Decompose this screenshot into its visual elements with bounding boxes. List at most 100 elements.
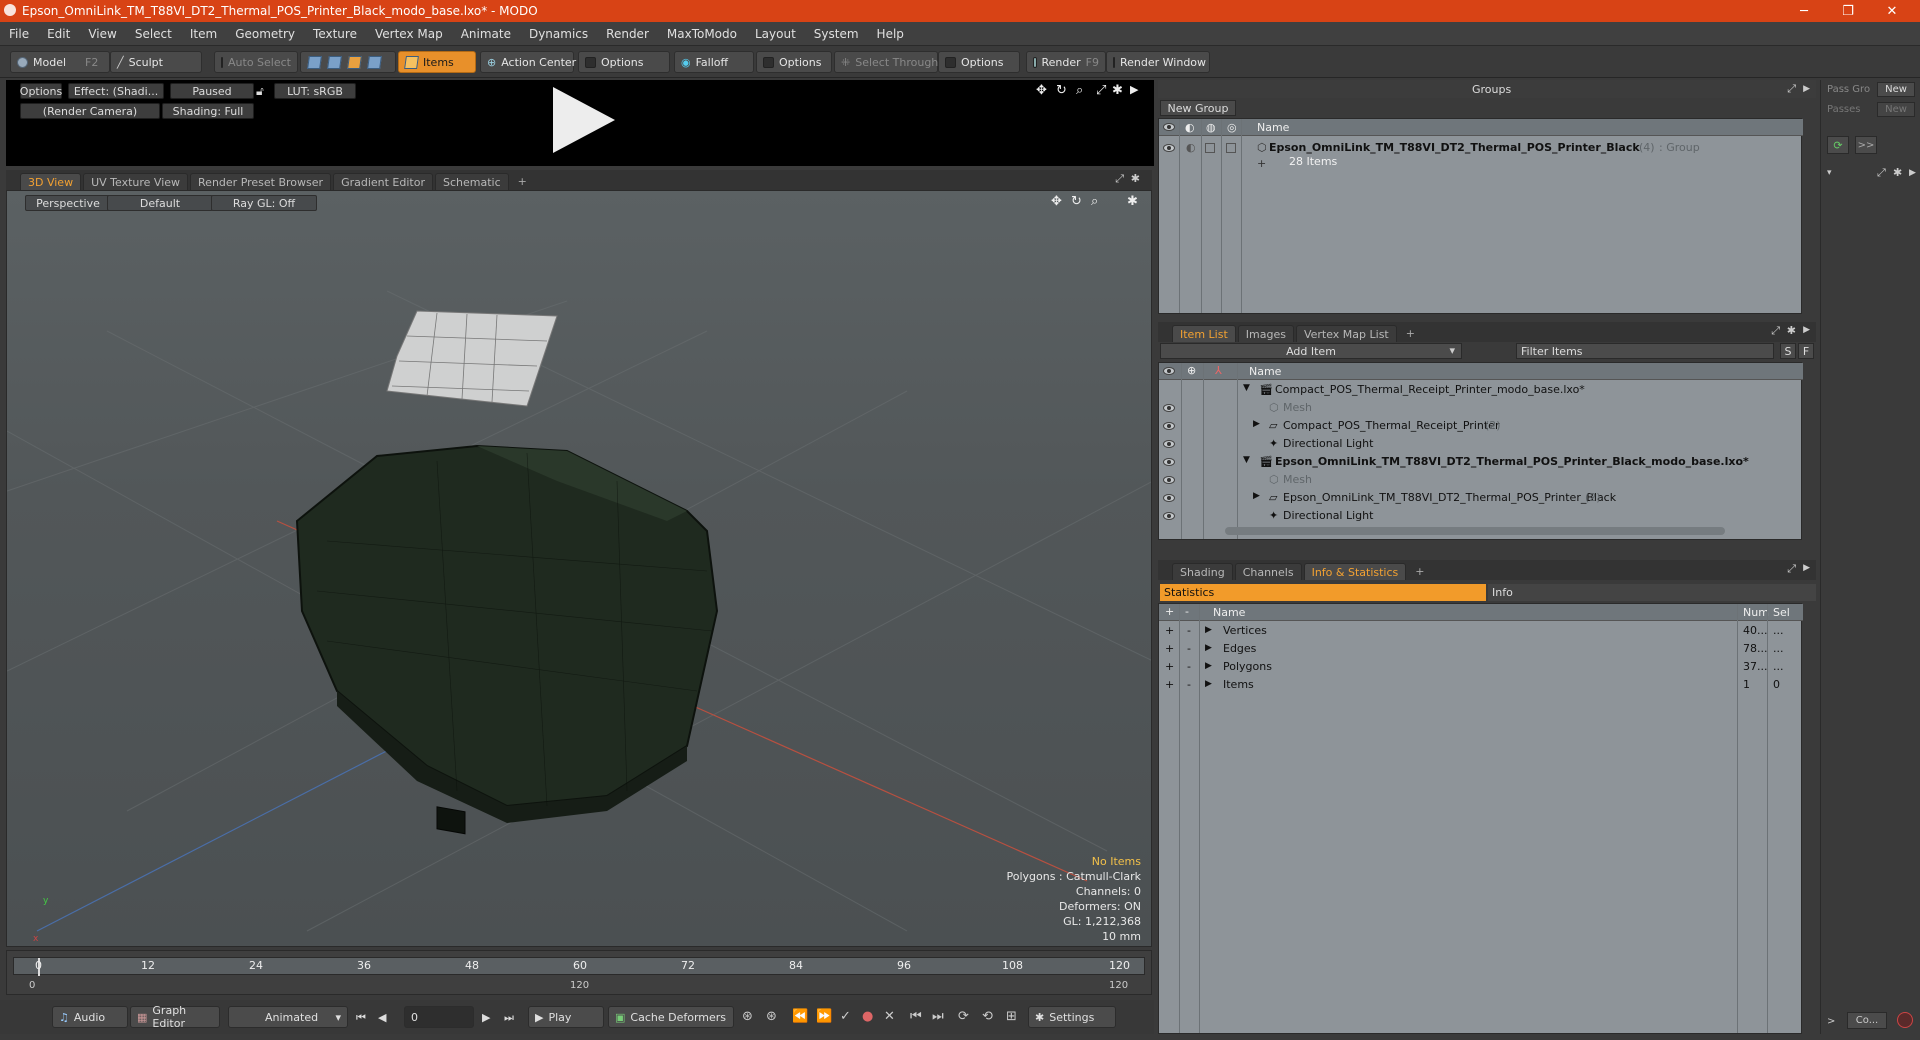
select-through-options-button[interactable]: Options xyxy=(938,51,1020,73)
delete-key-icon[interactable]: ✕ xyxy=(884,1009,895,1024)
select-through-button[interactable]: ⁜ Select Through xyxy=(834,51,938,73)
expand-all-icon[interactable]: + xyxy=(1165,605,1174,618)
snap-icon[interactable]: ⊞ xyxy=(1006,1009,1017,1024)
eye-icon[interactable] xyxy=(1163,440,1175,448)
next-key-icon[interactable]: ⏩ xyxy=(816,1009,832,1024)
tab-vertex-map-list[interactable]: Vertex Map List xyxy=(1295,325,1397,342)
tab-channels[interactable]: Channels xyxy=(1234,563,1302,580)
auto-select-button[interactable]: Auto Select xyxy=(214,51,298,73)
menu-maxtomodo[interactable]: MaxToModo xyxy=(658,27,746,41)
gear-icon[interactable]: ✱ xyxy=(1112,83,1123,98)
render-window-button[interactable]: Render Window xyxy=(1106,51,1210,73)
expand-icon[interactable]: ▶ xyxy=(1205,679,1212,689)
menu-file[interactable]: File xyxy=(0,27,38,41)
menu-help[interactable]: Help xyxy=(868,27,913,41)
list-item[interactable]: ✦ Directional Light xyxy=(1159,435,1793,453)
arrow-right-icon[interactable]: ▶ xyxy=(1909,168,1916,178)
command-input[interactable]: Co... xyxy=(1847,1012,1887,1029)
key-check-icon[interactable]: ✓ xyxy=(840,1009,851,1024)
list-item[interactable]: ⬡ Mesh xyxy=(1159,399,1793,417)
tab-uv-texture-view[interactable]: UV Texture View xyxy=(83,173,189,190)
falloff-options-button[interactable]: Options xyxy=(756,51,832,73)
audio-button[interactable]: ♫ Audio xyxy=(52,1006,128,1028)
preview-options-button[interactable]: Options xyxy=(20,83,62,99)
list-item[interactable]: ▶ ▱ Compact_POS_Thermal_Receipt_Printer … xyxy=(1159,417,1793,435)
filter-items-input[interactable]: Filter Items xyxy=(1516,343,1774,359)
add-tab-icon[interactable]: + xyxy=(1399,325,1422,342)
list-item[interactable]: ▶ ▱ Epson_OmniLink_TM_T88VI_DT2_Thermal_… xyxy=(1159,489,1793,507)
tab-render-preset-browser[interactable]: Render Preset Browser xyxy=(190,173,332,190)
maximize-icon[interactable]: ⤢ xyxy=(1787,562,1796,576)
record-icon[interactable]: ● xyxy=(862,1009,873,1024)
play-button[interactable]: ▶ Play xyxy=(528,1006,604,1028)
plus-icon[interactable]: + xyxy=(1165,678,1174,691)
expand-icon[interactable]: ▶ xyxy=(1253,419,1260,429)
move-icon[interactable]: ✥ xyxy=(1036,83,1047,98)
preview-effect-dropdown[interactable]: Effect: (Shadi... xyxy=(68,83,164,99)
minimize-button[interactable]: ─ xyxy=(1784,0,1824,22)
tab-images[interactable]: Images xyxy=(1237,325,1294,342)
timeline[interactable]: 0 12 24 36 48 60 72 84 96 108 120 0 120 … xyxy=(6,950,1152,995)
last-frame-icon[interactable]: ⏭ xyxy=(504,1011,514,1025)
minus-icon[interactable]: - xyxy=(1187,678,1191,691)
settings-button[interactable]: ✱ Settings xyxy=(1028,1006,1116,1028)
frame-input[interactable]: 0 xyxy=(404,1006,474,1028)
vertices-mode-icon[interactable] xyxy=(307,55,322,69)
expand-icon[interactable]: ▶ xyxy=(1205,625,1212,635)
collapse-icon[interactable]: ▼ xyxy=(1243,455,1250,465)
lock-checkbox[interactable] xyxy=(1205,143,1215,153)
maximize-icon[interactable]: ⤢ xyxy=(1787,82,1796,96)
skip-back-icon[interactable]: ⏮ xyxy=(910,1009,922,1024)
arrow-right-icon[interactable]: ▶ xyxy=(1803,84,1810,94)
tab-item-list[interactable]: Item List xyxy=(1172,325,1236,342)
plus-icon[interactable]: + xyxy=(1165,660,1174,673)
expand-plus-icon[interactable]: + xyxy=(1257,157,1266,170)
maximize-icon[interactable]: ⤢ xyxy=(1115,172,1124,186)
sculpt-mode-button[interactable]: ╱ Sculpt xyxy=(110,51,202,73)
expand-panel-button[interactable]: >> xyxy=(1855,136,1877,154)
graph-editor-button[interactable]: ▦ Graph Editor xyxy=(130,1004,220,1030)
table-row[interactable]: + - ▶ Polygons 37... ... xyxy=(1159,658,1803,676)
list-item[interactable]: ⬡ Mesh xyxy=(1159,471,1793,489)
maximize-icon[interactable]: ⤢ xyxy=(1771,324,1780,338)
menu-system[interactable]: System xyxy=(805,27,868,41)
table-row[interactable]: + - ▶ Items 1 0 xyxy=(1159,676,1803,694)
arrow-right-icon[interactable]: ▶ xyxy=(1130,83,1138,96)
add-tab-icon[interactable]: + xyxy=(1408,563,1431,580)
eye-icon[interactable] xyxy=(1163,123,1175,131)
render-button[interactable]: Render F9 xyxy=(1026,51,1106,73)
falloff-button[interactable]: ◉ Falloff xyxy=(674,51,754,73)
tab-3d-view[interactable]: 3D View xyxy=(20,173,82,190)
eye-icon[interactable] xyxy=(1163,458,1175,466)
menu-dynamics[interactable]: Dynamics xyxy=(520,27,597,41)
menu-item[interactable]: Item xyxy=(181,27,226,41)
eye-icon[interactable] xyxy=(1163,367,1175,375)
preview-shading-dropdown[interactable]: Shading: Full xyxy=(162,103,254,119)
add-tab-icon[interactable]: + xyxy=(511,173,534,190)
list-item[interactable]: ▼ 🎬︎ Epson_OmniLink_TM_T88VI_DT2_Thermal… xyxy=(1159,453,1793,471)
group-row[interactable]: ◐ ⬡ Epson_OmniLink_TM_T88VI_DT2_Thermal_… xyxy=(1159,139,1803,157)
f-filter-button[interactable]: F xyxy=(1798,343,1814,359)
menu-geometry[interactable]: Geometry xyxy=(226,27,304,41)
new-group-button[interactable]: New Group xyxy=(1160,100,1236,116)
materials-mode-icon[interactable] xyxy=(367,55,382,69)
minus-icon[interactable]: - xyxy=(1187,660,1191,673)
stop-icon[interactable] xyxy=(1897,1012,1913,1028)
loop-icon[interactable]: ⟳ xyxy=(958,1009,969,1024)
info-section-tab[interactable]: Info xyxy=(1488,584,1816,601)
zoom-icon[interactable]: ⌕ xyxy=(1076,83,1083,98)
gear-icon[interactable]: ✱ xyxy=(1787,324,1796,337)
sync-icon[interactable]: ⟲ xyxy=(982,1009,993,1024)
minus-icon[interactable]: - xyxy=(1187,624,1191,637)
lock-icon[interactable]: ⊕ xyxy=(1187,364,1196,377)
horizontal-scrollbar[interactable] xyxy=(1225,527,1725,535)
tab-gradient-editor[interactable]: Gradient Editor xyxy=(333,173,433,190)
lock-icon[interactable]: 🔓︎ xyxy=(256,84,264,99)
eye-icon[interactable] xyxy=(1163,512,1175,520)
arrow-right-icon[interactable]: > xyxy=(1827,1016,1835,1027)
new-pass-button[interactable]: New xyxy=(1877,102,1915,117)
rotate-icon[interactable]: ↻ xyxy=(1056,83,1067,98)
list-item[interactable]: ✦ Directional Light xyxy=(1159,507,1793,525)
model-mode-button[interactable]: Model F2 xyxy=(10,51,110,73)
expand-icon[interactable]: ▶ xyxy=(1205,661,1212,671)
